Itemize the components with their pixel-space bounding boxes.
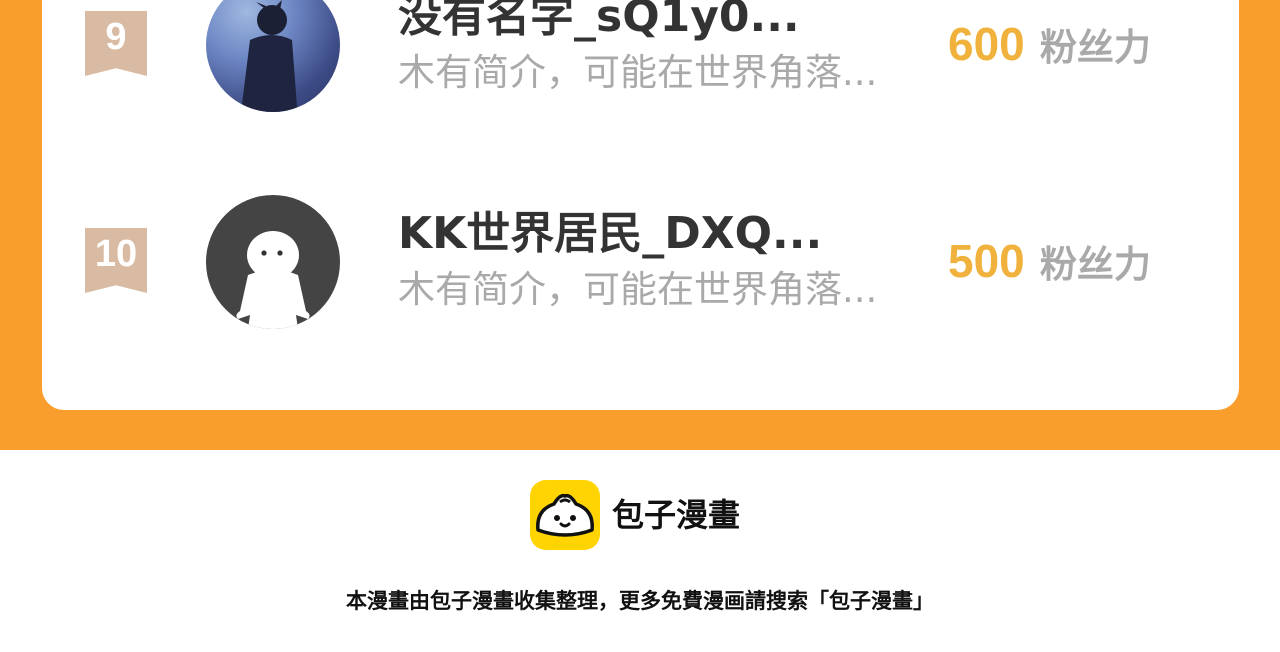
fans-count: 600 (948, 18, 1025, 70)
rank-badge: 9 (85, 11, 147, 76)
anime-boy-avatar-icon (241, 0, 298, 112)
fans-label: 粉丝力 (1039, 26, 1151, 69)
fans-count: 500 (948, 235, 1025, 287)
fans-label: 粉丝力 (1039, 243, 1151, 286)
ranking-row[interactable]: 9 没有名字_sQ1y0... 木有简介，可能在世界角落... 600 粉丝力 (42, 0, 1239, 115)
user-bio: 木有简介，可能在世界角落... (398, 268, 878, 311)
footer-notice: 本漫畫由包子漫畫收集整理，更多免費漫画請搜索「包子漫畫」 (346, 589, 934, 613)
user-name[interactable]: KK世界居民_DXQ... (398, 208, 822, 260)
rank-number: 9 (105, 16, 127, 58)
rank-badge: 10 (85, 228, 147, 293)
user-avatar[interactable] (206, 195, 340, 329)
default-ghost-avatar-icon (236, 231, 310, 329)
rank-number: 10 (94, 233, 138, 275)
user-avatar[interactable] (206, 0, 340, 112)
ranking-row[interactable]: 10 KK世界居民_DXQ... 木有简介，可能在世界角落... 500 粉丝力 (42, 192, 1239, 332)
user-bio: 木有简介，可能在世界角落... (398, 51, 878, 94)
bun-logo-icon (530, 480, 600, 550)
fans-power: 500 粉丝力 (948, 236, 1151, 297)
ranking-card: 9 没有名字_sQ1y0... 木有简介，可能在世界角落... 600 粉丝力 … (42, 0, 1239, 410)
fans-power: 600 粉丝力 (948, 19, 1151, 80)
brand[interactable]: 包子漫畫 (530, 480, 740, 550)
user-name[interactable]: 没有名字_sQ1y0... (398, 0, 800, 43)
brand-name: 包子漫畫 (612, 496, 741, 534)
